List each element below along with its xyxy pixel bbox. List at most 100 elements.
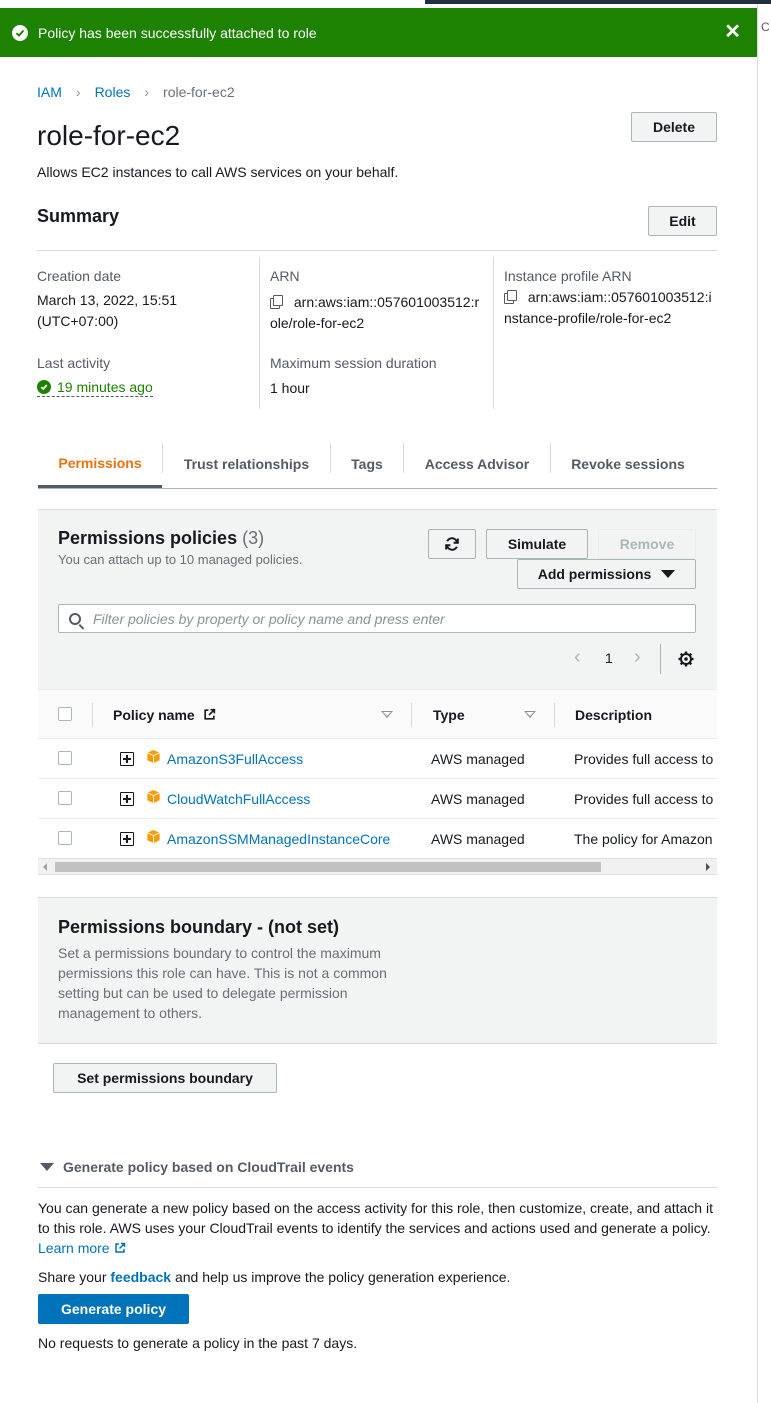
last-activity-text: 19 minutes ago — [57, 379, 153, 395]
column-type[interactable]: Type — [433, 707, 465, 723]
search-input[interactable] — [93, 610, 683, 627]
row-checkbox[interactable] — [58, 791, 72, 805]
row-checkbox[interactable] — [58, 831, 72, 845]
tab-trust-relationships[interactable]: Trust relationships — [163, 440, 330, 488]
arn-line-1: arn:aws:iam::057601003512:r — [293, 294, 480, 310]
summary-column-divider — [259, 257, 260, 409]
instance-profile-arn-label: Instance profile ARN — [504, 268, 632, 284]
close-icon[interactable]: ✕ — [724, 22, 741, 42]
chevron-right-icon: › — [144, 84, 150, 100]
generate-policy-description-text: You can generate a new policy based on t… — [38, 1200, 713, 1236]
column-description[interactable]: Description — [575, 707, 652, 723]
table-header: Policy name Type Description — [38, 689, 717, 739]
policy-type: AWS managed — [431, 751, 525, 767]
policy-name-text[interactable]: AmazonSSMManagedInstanceCore — [167, 831, 390, 847]
last-activity-value[interactable]: 19 minutes ago — [37, 379, 153, 397]
instance-profile-arn-line-2: nstance-profile/role-for-ec2 — [504, 310, 672, 326]
breadcrumb-roles[interactable]: Roles — [95, 84, 131, 100]
search-icon — [69, 612, 81, 625]
policy-filter[interactable] — [58, 604, 696, 633]
external-link-icon — [203, 708, 215, 720]
learn-more-link[interactable]: Learn more — [38, 1240, 126, 1256]
row-checkbox[interactable] — [58, 751, 72, 765]
generate-divider — [38, 1187, 717, 1188]
aws-managed-policy-icon — [147, 789, 160, 804]
policy-name-link[interactable]: CloudWatchFullAccess — [167, 791, 310, 807]
tab-tags[interactable]: Tags — [331, 440, 403, 488]
arn-line-2: ole/role-for-ec2 — [270, 315, 365, 331]
remove-button[interactable]: Remove — [598, 529, 696, 559]
breadcrumb-current: role-for-ec2 — [163, 84, 235, 100]
side-panel-letter: C — [761, 20, 770, 34]
column-divider — [554, 703, 555, 727]
edit-button[interactable]: Edit — [648, 206, 717, 236]
gear-icon[interactable] — [678, 651, 694, 667]
copy-icon[interactable] — [504, 290, 517, 304]
expand-icon[interactable] — [120, 832, 134, 846]
aws-managed-policy-icon — [147, 829, 160, 844]
external-link-icon — [114, 1242, 125, 1253]
refresh-button[interactable] — [428, 529, 476, 559]
role-tabs: Permissions Trust relationships Tags Acc… — [38, 440, 717, 489]
arn-value: arn:aws:iam::057601003512:r — [270, 292, 479, 313]
permissions-subtitle: You can attach up to 10 managed policies… — [58, 552, 303, 567]
delete-button[interactable]: Delete — [631, 112, 717, 142]
feedback-link[interactable]: feedback — [110, 1269, 171, 1285]
success-check-icon — [12, 24, 28, 41]
column-divider — [411, 703, 412, 727]
policy-name-text[interactable]: CloudWatchFullAccess — [167, 791, 310, 807]
generate-policy-heading: Generate policy based on CloudTrail even… — [63, 1159, 354, 1175]
policy-type: AWS managed — [431, 831, 525, 847]
summary-heading: Summary — [37, 206, 120, 226]
scrollbar-thumb[interactable] — [55, 862, 601, 872]
caret-down-icon — [40, 1163, 54, 1171]
scroll-right-arrow-icon[interactable] — [706, 863, 710, 871]
table-row[interactable]: AmazonS3FullAccess AWS managed Provides … — [38, 739, 717, 779]
expand-icon[interactable] — [120, 792, 134, 806]
instance-profile-arn-line-1: arn:aws:iam::057601003512:i — [527, 289, 712, 305]
policy-name-text[interactable]: AmazonS3FullAccess — [167, 751, 303, 767]
generate-policy-description: You can generate a new policy based on t… — [38, 1198, 718, 1258]
summary-divider — [37, 250, 717, 251]
permissions-count: (3) — [242, 528, 265, 548]
creation-date-timezone: (UTC+07:00) — [37, 313, 119, 329]
copy-icon[interactable] — [270, 295, 283, 309]
chevron-left-icon[interactable]: ‹ — [574, 646, 581, 669]
side-panel-divider — [757, 4, 758, 1403]
add-permissions-button[interactable]: Add permissions — [517, 559, 696, 589]
policy-name-link[interactable]: AmazonS3FullAccess — [167, 751, 303, 767]
scroll-left-arrow-icon[interactable] — [43, 863, 47, 871]
breadcrumb-iam[interactable]: IAM — [37, 84, 62, 100]
aws-managed-policy-icon — [147, 749, 160, 764]
simulate-button[interactable]: Simulate — [486, 529, 588, 559]
sort-icon[interactable] — [381, 711, 393, 718]
generate-policy-button[interactable]: Generate policy — [38, 1294, 189, 1324]
select-all-checkbox[interactable] — [58, 707, 72, 721]
instance-profile-arn-value: arn:aws:iam::057601003512:i — [504, 287, 712, 308]
creation-date-value: March 13, 2022, 15:51 — [37, 292, 178, 308]
success-flashbar: Policy has been successfully attached to… — [0, 8, 757, 57]
table-row[interactable]: AmazonSSMManagedInstanceCore AWS managed… — [38, 819, 717, 859]
column-policy-name[interactable]: Policy name — [113, 707, 216, 723]
sort-icon[interactable] — [524, 711, 536, 718]
horizontal-scrollbar[interactable] — [38, 858, 717, 875]
policy-description: The policy for Amazon — [574, 831, 713, 847]
permissions-boundary-heading: Permissions boundary - (not set) — [58, 917, 340, 937]
tab-revoke-sessions[interactable]: Revoke sessions — [551, 440, 705, 488]
generate-policy-expander[interactable]: Generate policy based on CloudTrail even… — [40, 1159, 354, 1175]
table-row[interactable]: CloudWatchFullAccess AWS managed Provide… — [38, 779, 717, 819]
expand-icon[interactable] — [120, 752, 134, 766]
policy-name-link[interactable]: AmazonSSMManagedInstanceCore — [167, 831, 390, 847]
creation-date-label: Creation date — [37, 268, 122, 284]
breadcrumb: IAM › Roles › role-for-ec2 — [37, 84, 235, 100]
chevron-right-icon[interactable]: › — [634, 646, 641, 669]
set-permissions-boundary-button[interactable]: Set permissions boundary — [53, 1063, 277, 1093]
last-activity-label: Last activity — [37, 355, 111, 371]
role-description: Allows EC2 instances to call AWS service… — [37, 164, 399, 180]
tab-access-advisor[interactable]: Access Advisor — [404, 440, 550, 488]
tab-permissions[interactable]: Permissions — [38, 440, 162, 488]
page-number[interactable]: 1 — [605, 650, 613, 666]
caret-down-icon — [661, 570, 676, 578]
feedback-prefix: Share your — [38, 1269, 107, 1285]
chevron-right-icon: › — [75, 84, 81, 100]
